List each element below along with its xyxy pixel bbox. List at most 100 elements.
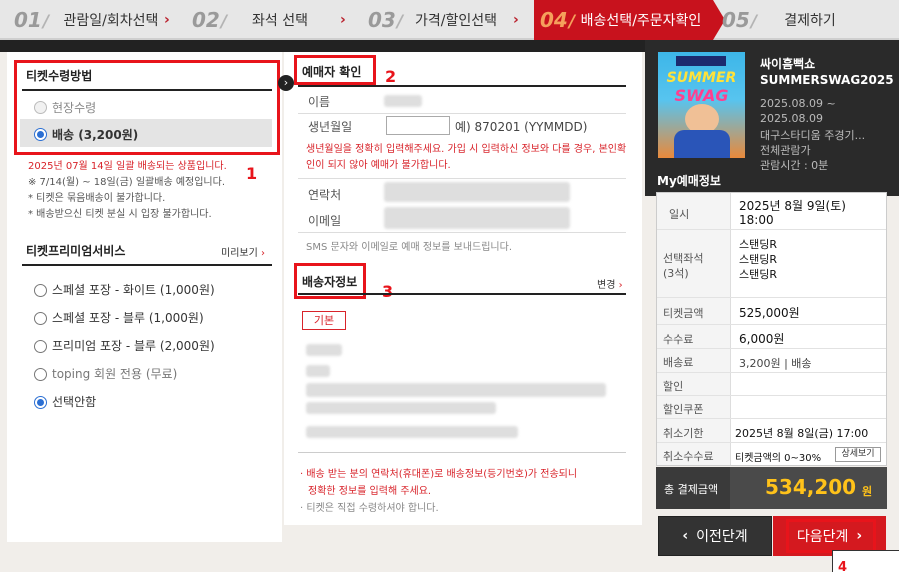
label-discount: 할인 (663, 380, 684, 393)
my-booking-table: 일시 2025년 8월 9일(토) 18:00 선택좌석 (3석) 스탠딩R 스… (656, 192, 887, 466)
step-2-number: 02/ (192, 8, 228, 32)
value-seat-3: 스탠딩R (739, 268, 778, 281)
value-fee: 6,000원 (739, 332, 785, 346)
label-seat-count: (3석) (663, 267, 689, 280)
shipping-note-2: 정확한 정보를 입력해 주세요. (308, 486, 432, 497)
value-time: 18:00 (739, 213, 774, 227)
poster-text-2: SWAG (674, 86, 729, 105)
premium-option-3: 프리미엄 포장 - 블루 (2,000원) (52, 339, 215, 353)
label-fee: 수수료 (663, 333, 694, 346)
value-cancel-deadline: 2025년 8월 8일(금) 17:00 (735, 427, 869, 440)
default-badge: 기본 (302, 311, 346, 330)
label-seats: 선택좌석 (663, 252, 704, 265)
premium-option-1: 스페셜 포장 - 화이트 (1,000원) (52, 283, 215, 297)
annotation-box-2 (294, 55, 376, 85)
step-1-number: 01/ (14, 8, 50, 32)
recipient-address-2-blurred (306, 402, 496, 414)
show-venue: 대구스타디움 주경기... (760, 129, 866, 142)
birth-input[interactable] (386, 116, 450, 135)
delivery-note-1: 2025년 07월 14일 일괄 배송되는 상품입니다. (28, 161, 227, 172)
birth-warning: 생년월일을 정확히 입력해주세요. 가입 시 입력하신 정보와 다를 경우, 본… (306, 144, 627, 171)
value-ticket-price: 525,000원 (739, 306, 800, 320)
step-5: 05/ 결제하기 (722, 0, 892, 40)
step-bar: 01/ 관람일/회차선택 › 02/ 좌석 선택 › 03/ 가격/할인선택 ›… (0, 0, 899, 40)
radio-premium-white[interactable] (34, 284, 47, 297)
show-poster: SUMMER SWAG (658, 52, 745, 158)
step-1-label: 관람일/회차선택 (63, 13, 159, 29)
label-ticket-price: 티켓금액 (663, 307, 704, 320)
value-cancel-fee: 티켓금액의 0~30% (735, 453, 822, 464)
preview-link[interactable]: 미리보기 › (221, 244, 265, 259)
show-title-1: 싸이흠뻑쇼 (760, 57, 816, 71)
annotation-label-1: 1 (246, 164, 258, 183)
shipping-change-link[interactable]: 변경 › (597, 276, 623, 291)
step-4-label: 배송선택/주문자확인 (580, 13, 702, 29)
label-cancel-deadline: 취소기한 (663, 427, 704, 440)
step-3-number: 03/ (368, 8, 404, 32)
chevron-right-icon: › (164, 12, 170, 28)
contact-value-blurred[interactable] (384, 182, 570, 202)
label-cancel-fee: 취소수수료 (663, 450, 714, 463)
chevron-right-icon: › (261, 248, 265, 259)
email-value-blurred[interactable] (384, 207, 570, 229)
prev-step-button[interactable]: ‹ 이전단계 (658, 516, 772, 556)
value-shipping-fee: 3,200원 | 배송 (739, 357, 812, 370)
annotation-label-3: 3 (382, 282, 394, 301)
annotation-label-2: 2 (385, 67, 397, 86)
recipient-address-1-blurred (306, 383, 606, 397)
recipient-zip-blurred (306, 365, 330, 377)
contact-label: 연락처 (308, 188, 342, 202)
chevron-right-icon: › (340, 12, 346, 28)
birth-hint: 예) 870201 (YYMMDD) (455, 120, 588, 134)
chevron-right-icon: › (278, 75, 294, 91)
radio-premium-none[interactable] (34, 396, 47, 409)
total-label: 총 결제금액 (664, 483, 719, 496)
sms-note: SMS 문자와 이메일로 예매 정보를 보내드립니다. (306, 242, 512, 253)
show-date-2: 2025.08.09 (760, 112, 823, 125)
my-booking-title: My예매정보 (657, 174, 721, 188)
recipient-name-blurred (306, 344, 342, 356)
show-rating: 전체관람가 (760, 144, 811, 157)
show-date-1: 2025.08.09 ~ (760, 97, 836, 110)
show-title-2: SUMMERSWAG2025 (760, 73, 894, 87)
radio-premium-blue[interactable] (34, 312, 47, 325)
chevron-left-icon: ‹ (682, 528, 689, 544)
total-unit: 원 (862, 485, 873, 498)
value-seat-1: 스탠딩R (739, 238, 778, 251)
step-4-number: 04/ (540, 8, 576, 32)
recipient-phone-blurred (306, 426, 518, 438)
step-4-active: 04/ 배송선택/주문자확인 (534, 0, 713, 40)
label-shipping-fee: 배송료 (663, 356, 694, 369)
premium-option-4: toping 회원 전용 (무료) (52, 367, 178, 381)
label-datetime: 일시 (669, 208, 690, 221)
radio-premium-prime[interactable] (34, 340, 47, 353)
step-2-label: 좌석 선택 (252, 13, 308, 29)
radio-premium-toping[interactable] (34, 368, 47, 381)
value-date: 2025년 8월 9일(토) (739, 199, 846, 213)
annotation-label-4: 4 (838, 560, 848, 572)
total-value: 534,200 (765, 475, 857, 499)
annotation-box-1 (14, 60, 280, 155)
premium-option-5: 선택안함 (52, 395, 97, 409)
value-seat-2: 스탠딩R (739, 253, 778, 266)
chevron-right-icon: › (513, 12, 519, 28)
birth-label: 생년월일 (308, 120, 353, 134)
premium-title: 티켓프리미엄서비스 (26, 244, 126, 258)
delivery-note-2: ※ 7/14(월) ~ 18일(금) 일괄배송 예정입니다. (28, 177, 226, 188)
step-2: 02/ 좌석 선택 › (192, 0, 362, 40)
name-value-blurred (384, 95, 422, 107)
step-1: 01/ 관람일/회차선택 › (14, 0, 184, 40)
delivery-note-3: * 티켓은 묶음배송이 불가합니다. (28, 193, 166, 204)
step-3-label: 가격/할인선택 (415, 13, 497, 29)
detail-view-button[interactable]: 상세보기 (835, 447, 881, 462)
poster-text-1: SUMMER (666, 70, 737, 86)
email-label: 이메일 (308, 214, 342, 228)
label-coupon: 할인쿠폰 (663, 403, 704, 416)
delivery-note-4: * 배송받으신 티켓 분실 시 입장 불가합니다. (28, 209, 212, 220)
step-5-label: 결제하기 (784, 13, 836, 29)
name-label: 이름 (308, 95, 331, 109)
shipping-note-1: · 배송 받는 분의 연락처(휴대폰)로 배송정보(등기번호)가 전송되니 (300, 469, 578, 480)
chevron-right-icon: › (618, 280, 623, 291)
shipping-note-3: · 티켓은 직접 수령하셔야 합니다. (300, 503, 439, 514)
annotation-box-4 (786, 519, 876, 553)
